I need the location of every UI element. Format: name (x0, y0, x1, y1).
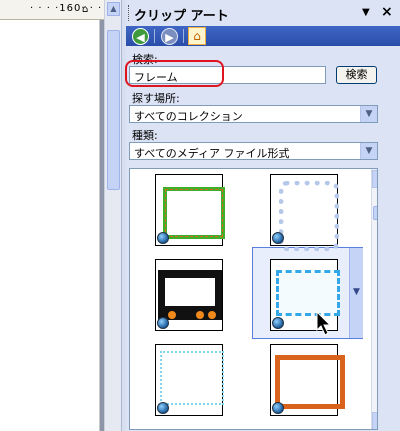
pane-menu-dropdown[interactable]: ▼ (362, 7, 370, 18)
toolbar-separator (183, 29, 184, 43)
close-icon[interactable]: × (381, 4, 393, 20)
clip-art-task-pane: クリップ アート ▼ × ◀ ▶ ⌂ 検索: フレーム 検索 探す場所: すべて… (125, 0, 400, 431)
scroll-thumb[interactable] (107, 30, 120, 190)
pane-title: クリップ アート (134, 9, 229, 24)
media-type-value: すべてのメディア ファイル形式 (134, 147, 290, 160)
halloween-frame-art (158, 270, 222, 320)
back-arrow-icon[interactable]: ◀ (132, 28, 149, 45)
mouse-pointer-icon (316, 311, 332, 336)
document-scrollbar[interactable]: ▲ (104, 0, 121, 431)
dotted-frame-art (276, 270, 340, 316)
web-collection-icon (157, 232, 169, 244)
chevron-down-icon[interactable]: ▼ (360, 143, 377, 159)
location-select[interactable]: すべてのコレクション ▼ (129, 105, 378, 123)
scroll-up-icon[interactable]: ▲ (372, 170, 377, 188)
scroll-up-icon[interactable]: ▲ (107, 2, 120, 16)
green-frame-art (163, 187, 225, 239)
chevron-down-icon[interactable]: ▼ (360, 106, 377, 122)
scroll-thumb[interactable] (373, 206, 377, 220)
pane-header: クリップ アート ▼ × (126, 0, 400, 26)
web-collection-icon (272, 402, 284, 414)
search-button[interactable]: 検索 (336, 66, 377, 84)
forward-arrow-icon[interactable]: ▶ (161, 28, 178, 45)
type-label: 種類: (132, 129, 158, 142)
media-type-select[interactable]: すべてのメディア ファイル形式 ▼ (129, 142, 378, 160)
orange-frame-art (275, 355, 345, 409)
home-icon[interactable]: ⌂ (188, 27, 206, 45)
search-annotation-circle (125, 60, 224, 87)
location-label: 探す場所: (132, 92, 180, 105)
results-grid: ▼ (129, 168, 378, 430)
horizontal-ruler: · · · ·160· · · · · · ⌂ (0, 0, 104, 20)
ruler-ticks: · · · ·160· · · · · · (30, 3, 104, 14)
cyan-frame-art (160, 351, 224, 405)
pane-toolbar: ◀ ▶ ⌂ (126, 26, 400, 46)
toolbar-separator (154, 29, 155, 43)
clip-green-flower-frame[interactable] (155, 174, 225, 246)
web-collection-icon (272, 317, 284, 329)
document-page[interactable] (0, 20, 100, 431)
web-collection-icon (157, 317, 169, 329)
results-scrollbar[interactable]: ▲ ▼ (371, 169, 377, 429)
clip-blue-lace-frame[interactable] (270, 174, 339, 251)
clip-halloween-frame[interactable] (155, 259, 223, 331)
web-collection-icon (157, 402, 169, 414)
clip-orange-brick-frame[interactable] (270, 344, 345, 416)
location-value: すべてのコレクション (134, 110, 243, 123)
scroll-down-icon[interactable]: ▼ (372, 412, 377, 429)
clip-cyan-lace-frame[interactable] (155, 344, 224, 416)
result-menu-chevron-icon[interactable]: ▼ (349, 248, 363, 338)
lace-frame-art (279, 181, 339, 251)
web-collection-icon (272, 232, 284, 244)
tab-marker-icon: ⌂ (82, 4, 89, 15)
grip-icon[interactable] (128, 5, 131, 21)
